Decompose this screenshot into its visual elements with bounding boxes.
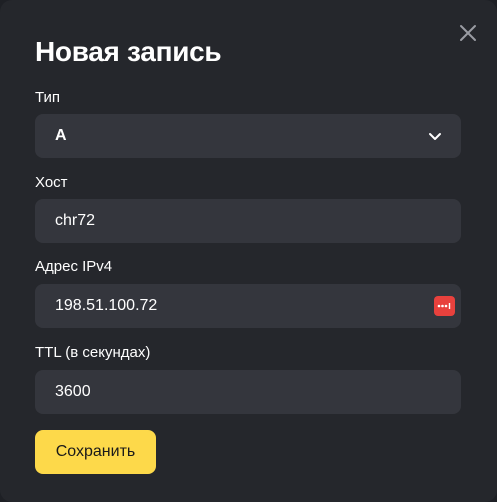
new-record-dialog: Новая запись Тип A Хост chr72 Адрес IPv4… xyxy=(0,0,497,502)
ipv4-input-value: 198.51.100.72 xyxy=(55,297,158,314)
chevron-down-icon xyxy=(429,133,441,140)
close-icon xyxy=(460,25,476,41)
ttl-input-value: 3600 xyxy=(55,383,91,400)
type-label: Тип xyxy=(35,89,61,106)
ttl-label: TTL (в секундах) xyxy=(35,344,151,361)
ipv4-input[interactable]: 198.51.100.72 xyxy=(35,284,461,328)
dots-icon xyxy=(437,303,451,309)
type-select-value: A xyxy=(55,127,67,144)
ttl-input[interactable]: 3600 xyxy=(35,370,461,414)
close-button[interactable] xyxy=(455,20,481,46)
dialog-title: Новая запись xyxy=(35,36,222,67)
type-select[interactable]: A xyxy=(35,114,461,158)
host-input[interactable]: chr72 xyxy=(35,199,461,243)
save-button[interactable]: Сохранить xyxy=(35,430,156,474)
host-input-value: chr72 xyxy=(55,212,96,229)
host-label: Хост xyxy=(35,174,68,191)
ipv4-label: Адрес IPv4 xyxy=(35,258,113,275)
password-manager-icon[interactable] xyxy=(434,296,455,316)
